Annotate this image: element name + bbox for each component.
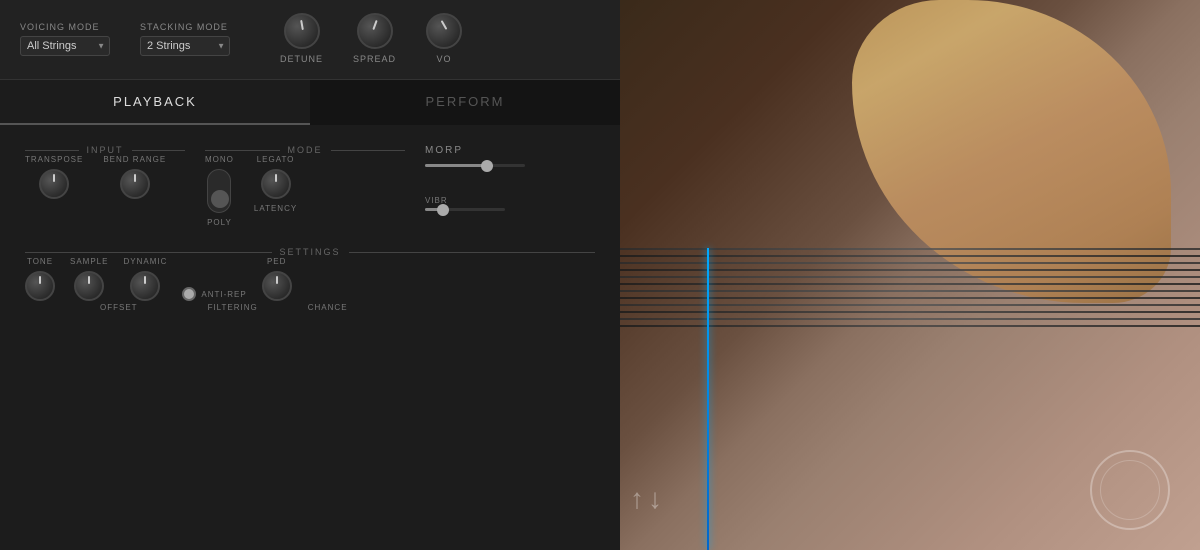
controls-row: INPUT TRANSPOSE BEND RANGE [25, 145, 595, 227]
stacking-mode-wrapper: 2 Strings 3 Strings 4 Strings ▼ [140, 36, 230, 56]
input-knobs-row: TRANSPOSE BEND RANGE [25, 155, 185, 199]
tone-label: TONE [27, 257, 53, 266]
mode-block: MODE MONO POLY LEGATO [205, 145, 405, 227]
input-block: INPUT TRANSPOSE BEND RANGE [25, 145, 185, 227]
poly-label: POLY [207, 218, 232, 227]
vibr-slider-handle[interactable] [437, 204, 449, 216]
settings-first-row: TONE SAMPLE DYNAMIC ANTI-REP [25, 257, 595, 301]
bend-range-knob[interactable] [120, 169, 150, 199]
input-line-right [132, 150, 186, 151]
brand-text: ↑↓ [630, 478, 690, 525]
dynamic-col: DYNAMIC [123, 257, 167, 301]
anti-rep-toggle: ANTI-REP [182, 287, 246, 301]
settings-block: SETTINGS TONE SAMPLE DYNAMIC [25, 247, 595, 312]
spread-knob[interactable] [357, 13, 393, 49]
dynamic-label: DYNAMIC [123, 257, 167, 266]
blue-string [707, 248, 709, 550]
spread-group: SPREAD [353, 13, 396, 64]
morph-block: MORP VIBR [425, 145, 525, 227]
mode-line-right [331, 150, 406, 151]
mode-knobs-row: MONO POLY LEGATO LATENCY [205, 155, 405, 227]
voice-group: VO [426, 13, 462, 64]
offset-label: OFFSET [100, 303, 138, 312]
voicing-mode-select[interactable]: All Strings Single String Chord Mode [20, 36, 110, 56]
logo-inner [1100, 460, 1160, 520]
mono-poly-toggle: MONO POLY [205, 155, 234, 227]
bend-range-label: BEND RANGE [103, 155, 166, 164]
chance-label: CHANCE [308, 303, 348, 312]
morph-slider-area: MORP VIBR [425, 145, 525, 211]
mode-title: MODE [288, 145, 323, 155]
ped-knob[interactable] [262, 271, 292, 301]
filtering-label: FILTERING [208, 303, 258, 312]
morph-slider-track [425, 164, 525, 167]
anti-rep-group: ANTI-REP [182, 287, 246, 301]
dynamic-knob[interactable] [130, 271, 160, 301]
vibr-slider-track [425, 208, 505, 211]
morph-title: MORP [425, 145, 525, 156]
detune-label: DETUNE [280, 54, 323, 64]
tone-knob[interactable] [25, 271, 55, 301]
stacking-mode-label: STACKING MODE [140, 22, 230, 32]
transpose-label: TRANSPOSE [25, 155, 83, 164]
anti-rep-label: ANTI-REP [201, 290, 246, 299]
stacking-mode-select[interactable]: 2 Strings 3 Strings 4 Strings [140, 36, 230, 56]
legato-col: LEGATO LATENCY [254, 155, 297, 227]
transpose-col: TRANSPOSE [25, 155, 83, 199]
settings-header: SETTINGS [25, 247, 595, 257]
settings-line-left [25, 252, 272, 253]
settings-line-right [349, 252, 596, 253]
vibr-area: VIBR [425, 190, 525, 211]
ped-col: PED [262, 257, 292, 301]
legato-knob[interactable] [261, 169, 291, 199]
left-panel: VOICING MODE All Strings Single String C… [0, 0, 620, 550]
mono-poly-switch[interactable] [207, 169, 231, 213]
tab-perform[interactable]: PERFORM [310, 80, 620, 125]
tab-playback[interactable]: PLAYBACK [0, 80, 310, 125]
ped-label: PED [267, 257, 286, 266]
chance-col: CHANCE [308, 303, 348, 312]
voicing-mode-label: VOICING MODE [20, 22, 110, 32]
legato-label: LEGATO [257, 155, 295, 164]
transpose-knob[interactable] [39, 169, 69, 199]
voice-knob[interactable] [426, 13, 462, 49]
settings-second-row: OFFSET FILTERING CHANCE [25, 303, 595, 312]
input-title: INPUT [87, 145, 124, 155]
spread-label: SPREAD [353, 54, 396, 64]
voicing-mode-group: VOICING MODE All Strings Single String C… [20, 22, 110, 56]
instrument-image: ↑↓ [620, 0, 1200, 550]
offset-col: OFFSET [100, 303, 138, 312]
latency-label: LATENCY [254, 204, 297, 213]
sample-col: SAMPLE [70, 257, 108, 301]
logo-circle [1090, 450, 1170, 530]
voice-label: VO [437, 54, 452, 64]
stacking-mode-group: STACKING MODE 2 Strings 3 Strings 4 Stri… [140, 22, 230, 56]
detune-knob[interactable] [284, 13, 320, 49]
svg-text:↑↓: ↑↓ [630, 483, 666, 514]
filtering-col: FILTERING [208, 303, 258, 312]
detune-group: DETUNE [280, 13, 323, 64]
tone-col: TONE [25, 257, 55, 301]
morph-h-slider-area [425, 164, 525, 167]
morph-slider-fill [425, 164, 485, 167]
settings-title: SETTINGS [280, 247, 341, 257]
mode-header: MODE [205, 145, 405, 155]
top-bar: VOICING MODE All Strings Single String C… [0, 0, 620, 80]
input-line-left [25, 150, 79, 151]
sample-knob[interactable] [74, 271, 104, 301]
voicing-mode-wrapper: All Strings Single String Chord Mode ▼ [20, 36, 110, 56]
morph-slider-handle[interactable] [481, 160, 493, 172]
tabs-row: PLAYBACK PERFORM [0, 80, 620, 125]
bend-range-col: BEND RANGE [103, 155, 166, 199]
mode-line-left [205, 150, 280, 151]
top-knobs: DETUNE SPREAD VO [280, 13, 462, 64]
right-panel: ↑↓ [620, 0, 1200, 550]
mono-label: MONO [205, 155, 234, 164]
anti-rep-circle[interactable] [182, 287, 196, 301]
input-header: INPUT [25, 145, 185, 155]
main-content: INPUT TRANSPOSE BEND RANGE [0, 125, 620, 550]
sample-label: SAMPLE [70, 257, 108, 266]
toggle-dot [211, 190, 229, 208]
